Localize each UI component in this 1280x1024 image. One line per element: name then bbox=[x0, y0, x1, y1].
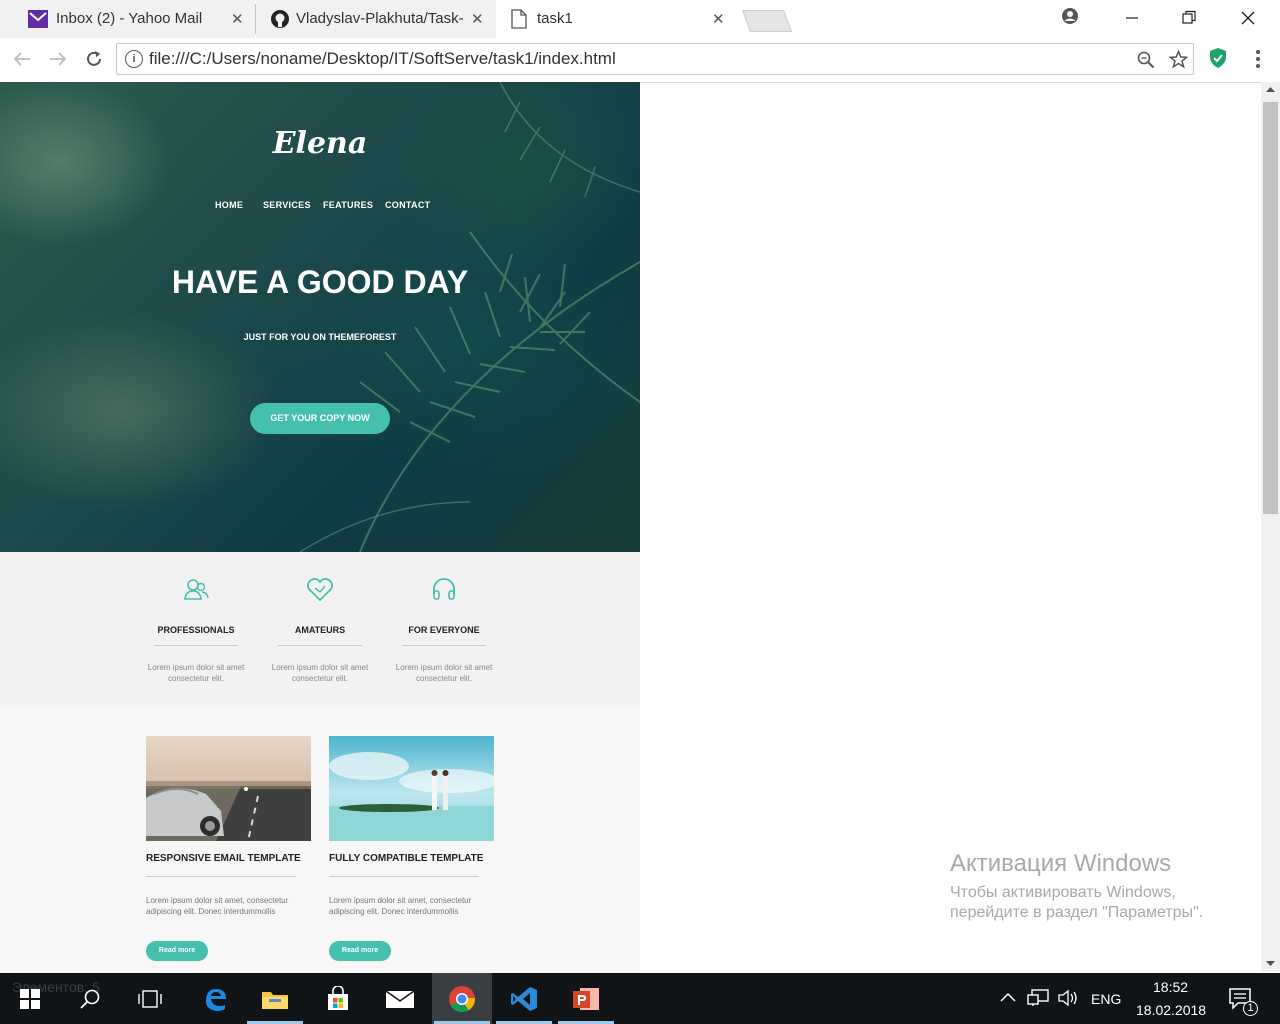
feature-text: Lorem ipsum dolor sit amet consectetur e… bbox=[147, 663, 245, 683]
tab-title: Vladyslav-Plakhuta/Task- bbox=[296, 10, 464, 27]
users-icon bbox=[184, 579, 209, 600]
task-view-button[interactable] bbox=[120, 973, 180, 1024]
card-text: Lorem ipsum dolor sit amet, consectetur … bbox=[329, 896, 472, 916]
search-icon bbox=[80, 989, 100, 1009]
feature-divider bbox=[402, 645, 486, 646]
search-button[interactable] bbox=[60, 973, 120, 1024]
extension-shield-icon[interactable] bbox=[1208, 47, 1228, 69]
nav-contact[interactable]: CONTACT bbox=[385, 200, 430, 210]
feature-divider bbox=[154, 645, 238, 646]
cards-section bbox=[0, 705, 640, 973]
card-title-compatible: FULLY COMPATIBLE TEMPLATE bbox=[329, 853, 484, 864]
clock-date[interactable]: 18.02.2018 bbox=[1136, 1002, 1206, 1018]
nav-home[interactable]: HOME bbox=[215, 200, 243, 210]
scroll-up-icon[interactable] bbox=[1266, 86, 1275, 93]
taskbar-vscode[interactable] bbox=[494, 973, 554, 1024]
site-info-icon[interactable]: i bbox=[125, 50, 143, 68]
zoom-icon[interactable] bbox=[1137, 51, 1155, 69]
get-copy-button[interactable]: GET YOUR COPY NOW bbox=[250, 403, 390, 434]
feature-text: Lorem ipsum dolor sit amet consectetur e… bbox=[395, 663, 493, 683]
heart-icon bbox=[307, 578, 333, 602]
folder-icon bbox=[262, 991, 288, 1009]
headphones-icon bbox=[433, 578, 455, 600]
reload-icon[interactable] bbox=[84, 49, 104, 69]
nav-features[interactable]: FEATURES bbox=[323, 200, 373, 210]
new-tab-button[interactable] bbox=[741, 10, 793, 32]
tab-github[interactable]: Vladyslav-Plakhuta/Task- ✕ bbox=[256, 0, 496, 38]
chrome-icon bbox=[449, 985, 476, 1012]
card-divider bbox=[329, 876, 479, 877]
close-icon[interactable]: ✕ bbox=[471, 10, 484, 28]
hero-subheadline: JUST FOR YOU ON THEMEFOREST bbox=[243, 332, 397, 342]
network-icon[interactable] bbox=[1027, 989, 1049, 1007]
feature-title-amateurs: AMATEURS bbox=[294, 625, 346, 635]
taskbar-chrome[interactable] bbox=[432, 973, 492, 1024]
window-close-icon[interactable] bbox=[1240, 10, 1256, 26]
bookmark-star-icon[interactable] bbox=[1169, 50, 1188, 69]
activation-line: перейдите в раздел "Параметры". bbox=[950, 904, 1204, 921]
minimize-icon[interactable] bbox=[1124, 10, 1140, 26]
tab-yahoo-mail[interactable]: Inbox (2) - Yahoo Mail ✕ bbox=[0, 0, 255, 38]
nav-services[interactable]: SERVICES bbox=[263, 200, 311, 210]
site-logo[interactable]: Elena bbox=[0, 126, 640, 161]
mail-icon bbox=[385, 989, 415, 1008]
card-divider bbox=[146, 876, 296, 877]
volume-icon[interactable] bbox=[1058, 989, 1080, 1007]
activation-line: Чтобы активировать Windows, bbox=[950, 884, 1176, 901]
taskbar-powerpoint[interactable] bbox=[556, 973, 616, 1024]
read-more-button[interactable]: Read more bbox=[146, 941, 208, 961]
url-text[interactable]: file:///C:/Users/noname/Desktop/IT/SoftS… bbox=[149, 49, 616, 69]
github-icon bbox=[271, 10, 289, 28]
feature-title-everyone: FOR EVERYONE bbox=[408, 625, 480, 635]
chevron-up-icon[interactable] bbox=[1000, 992, 1016, 1002]
close-icon[interactable]: ✕ bbox=[712, 10, 725, 28]
beach-couple-photo bbox=[329, 736, 494, 841]
edge-icon bbox=[206, 988, 226, 1011]
back-icon[interactable] bbox=[12, 50, 32, 68]
feature-divider bbox=[278, 645, 362, 646]
activation-title: Активация Windows bbox=[950, 850, 1172, 877]
vscode-icon bbox=[511, 986, 537, 1011]
restore-icon[interactable] bbox=[1181, 10, 1197, 26]
close-icon[interactable]: ✕ bbox=[231, 10, 244, 28]
store-icon bbox=[328, 985, 348, 1010]
card-text: Lorem ipsum dolor sit amet, consectetur … bbox=[146, 896, 289, 916]
vertical-scrollbar[interactable] bbox=[1261, 82, 1280, 972]
taskbar-edge[interactable] bbox=[185, 973, 245, 1024]
task-view-icon bbox=[138, 989, 162, 1008]
windows-activation-watermark: Активация Windows Чтобы активировать Win… bbox=[950, 850, 1203, 922]
powerpoint-icon bbox=[573, 987, 599, 1010]
card-title-responsive: RESPONSIVE EMAIL TEMPLATE bbox=[146, 853, 301, 864]
start-button[interactable] bbox=[0, 973, 60, 1024]
taskbar-mail[interactable] bbox=[370, 973, 430, 1024]
browser-toolbar: i file:///C:/Users/noname/Desktop/IT/Sof… bbox=[0, 38, 1280, 83]
menu-kebab-icon[interactable] bbox=[1254, 49, 1262, 69]
hero-section: Elena HOME SERVICES FEATURES CONTACT HAV… bbox=[0, 82, 640, 552]
taskbar-store[interactable] bbox=[308, 973, 368, 1024]
windows-taskbar: Элементов: 5 ENG 18:52 18.02.2018 1 bbox=[0, 973, 1280, 1024]
scroll-down-icon[interactable] bbox=[1266, 960, 1275, 967]
page-icon bbox=[511, 9, 527, 29]
scrollbar-thumb[interactable] bbox=[1263, 102, 1278, 514]
windows-logo-icon bbox=[20, 988, 40, 1009]
address-bar[interactable]: i file:///C:/Users/noname/Desktop/IT/Sof… bbox=[116, 43, 1194, 75]
feature-text: Lorem ipsum dolor sit amet consectetur e… bbox=[271, 663, 369, 683]
feature-title-professionals: PROFESSIONALS bbox=[157, 625, 235, 635]
tab-title: task1 bbox=[537, 10, 573, 27]
tab-title: Inbox (2) - Yahoo Mail bbox=[56, 10, 203, 27]
taskbar-file-explorer[interactable] bbox=[245, 973, 305, 1024]
profile-icon[interactable] bbox=[1061, 7, 1079, 25]
vintage-car-photo bbox=[146, 736, 311, 841]
hero-headline: HAVE A GOOD DAY bbox=[171, 264, 469, 300]
read-more-button[interactable]: Read more bbox=[329, 941, 391, 961]
clock-time[interactable]: 18:52 bbox=[1153, 979, 1188, 995]
browser-tab-strip: Inbox (2) - Yahoo Mail ✕ Vladyslav-Plakh… bbox=[0, 0, 1280, 38]
language-indicator[interactable]: ENG bbox=[1091, 991, 1121, 1007]
tab-task1[interactable]: task1 ✕ bbox=[497, 0, 737, 38]
yahoo-mail-icon bbox=[28, 10, 48, 28]
forward-icon[interactable] bbox=[48, 50, 68, 68]
notification-count-badge: 1 bbox=[1243, 1001, 1258, 1016]
